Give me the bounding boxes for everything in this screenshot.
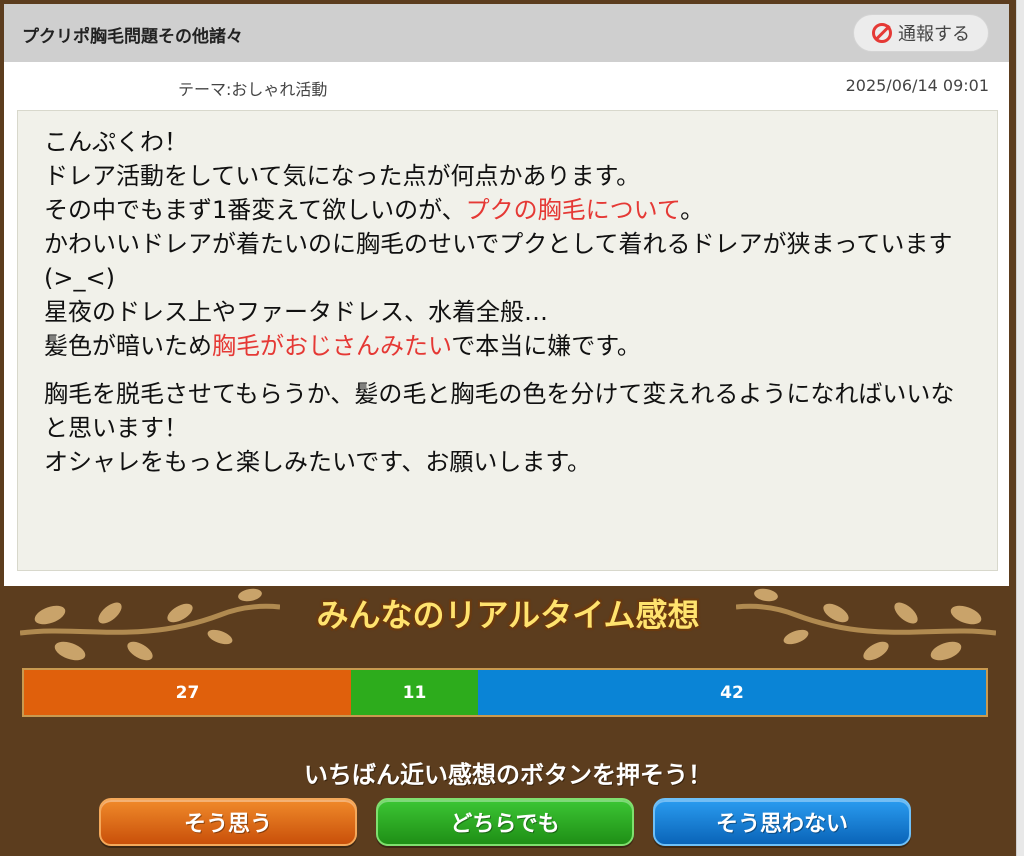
post-theme: テーマ:おしゃれ活動 xyxy=(178,80,328,99)
post-line: 胸毛を脱毛させてもらうか、髪の毛と胸毛の色を分けて変えれるようになればいいなと思… xyxy=(44,380,955,442)
post-datetime: 2025/06/14 09:01 xyxy=(845,76,989,95)
highlight-text: 胸毛がおじさんみたい xyxy=(212,332,452,360)
post-card: プクリポ胸毛問題その他諸々 通報する テーマ:おしゃれ活動 2025/06/14… xyxy=(4,4,1009,586)
post-line: ドレア活動をしていて気になった点が何点かあります。 xyxy=(44,162,641,190)
post-body: こんぷくわ！ ドレア活動をしていて気になった点が何点かあります。 その中でもまず… xyxy=(17,110,998,571)
post-line: オシャレをもっと楽しみたいです、お願いします。 xyxy=(44,448,591,476)
realtime-header: みんなのリアルタイム感想 xyxy=(0,585,1016,665)
post-line: 。 xyxy=(680,196,705,224)
post-title: プクリポ胸毛問題その他諸々 xyxy=(22,27,243,47)
report-button[interactable]: 通報する xyxy=(853,14,989,52)
post-line: こんぷくわ！ xyxy=(44,128,188,156)
highlight-text: プクの胸毛について xyxy=(465,196,681,224)
scrollbar[interactable] xyxy=(1016,0,1024,856)
reaction-tally-bar: 27 11 42 xyxy=(22,668,988,717)
post-paragraph: こんぷくわ！ ドレア活動をしていて気になった点が何点かあります。 その中でもまず… xyxy=(44,125,971,363)
vote-prompt: いちばん近い感想のボタンを押そう！ xyxy=(304,761,712,789)
agree-count: 27 xyxy=(24,670,351,715)
post-line: その中でもまず1番変えて欲しいのが、 xyxy=(44,196,466,224)
post-paragraph: 胸毛を脱毛させてもらうか、髪の毛と胸毛の色を分けて変えれるようになればいいなと思… xyxy=(44,377,971,479)
ban-icon xyxy=(872,23,892,43)
either-count: 11 xyxy=(351,670,478,715)
post-meta: テーマ:おしゃれ活動 2025/06/14 09:01 xyxy=(4,62,1009,110)
disagree-button[interactable]: そう思わない xyxy=(653,798,911,846)
post-line: で本当に嫌です。 xyxy=(451,332,641,360)
post-line: かわいいドレアが着たいのに胸毛のせいでプクとして着れるドレアが狭まっています(>… xyxy=(44,230,953,292)
report-label: 通報する xyxy=(898,24,970,45)
disagree-count: 42 xyxy=(478,670,986,715)
agree-button[interactable]: そう思う xyxy=(99,798,357,846)
leaf-branch-icon xyxy=(736,588,996,661)
post-line: 星夜のドレス上やファータドレス、水着全般… xyxy=(44,298,548,326)
post-line: 髪色が暗いため xyxy=(44,332,212,360)
post-header: プクリポ胸毛問題その他諸々 通報する xyxy=(4,4,1009,62)
either-button[interactable]: どちらでも xyxy=(376,798,634,846)
